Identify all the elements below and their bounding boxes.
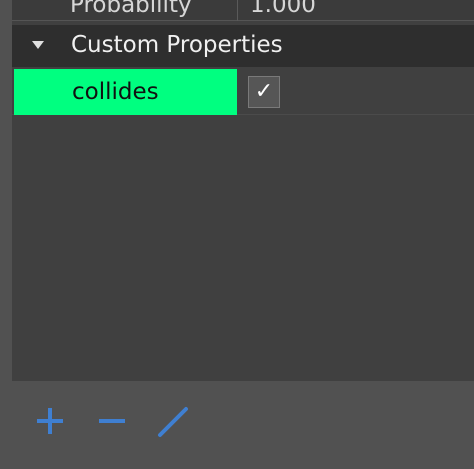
add-property-button[interactable]: [32, 403, 68, 439]
collides-checkbox[interactable]: ✓: [248, 76, 280, 108]
group-header-custom-properties[interactable]: Custom Properties: [12, 25, 474, 67]
property-name-cell[interactable]: collides: [14, 69, 237, 115]
column-divider: [237, 0, 238, 21]
rename-property-button[interactable]: [154, 403, 190, 439]
property-name: Probability: [70, 0, 192, 18]
property-table: Probability 1.000 Custom Properties coll…: [12, 0, 474, 381]
properties-window: Probability 1.000 Custom Properties coll…: [0, 0, 474, 469]
group-label: Custom Properties: [71, 32, 283, 58]
plus-icon: [37, 408, 63, 434]
property-name: collides: [72, 79, 159, 105]
property-toolbar: [0, 381, 474, 469]
property-value: 1.000: [250, 0, 316, 18]
pencil-icon: [158, 407, 188, 437]
minus-icon: [99, 419, 125, 423]
remove-property-button[interactable]: [94, 403, 130, 439]
property-row-collides[interactable]: collides ✓: [12, 69, 474, 115]
collapse-arrow-icon[interactable]: [32, 41, 44, 49]
property-row-probability[interactable]: Probability 1.000: [12, 0, 474, 21]
